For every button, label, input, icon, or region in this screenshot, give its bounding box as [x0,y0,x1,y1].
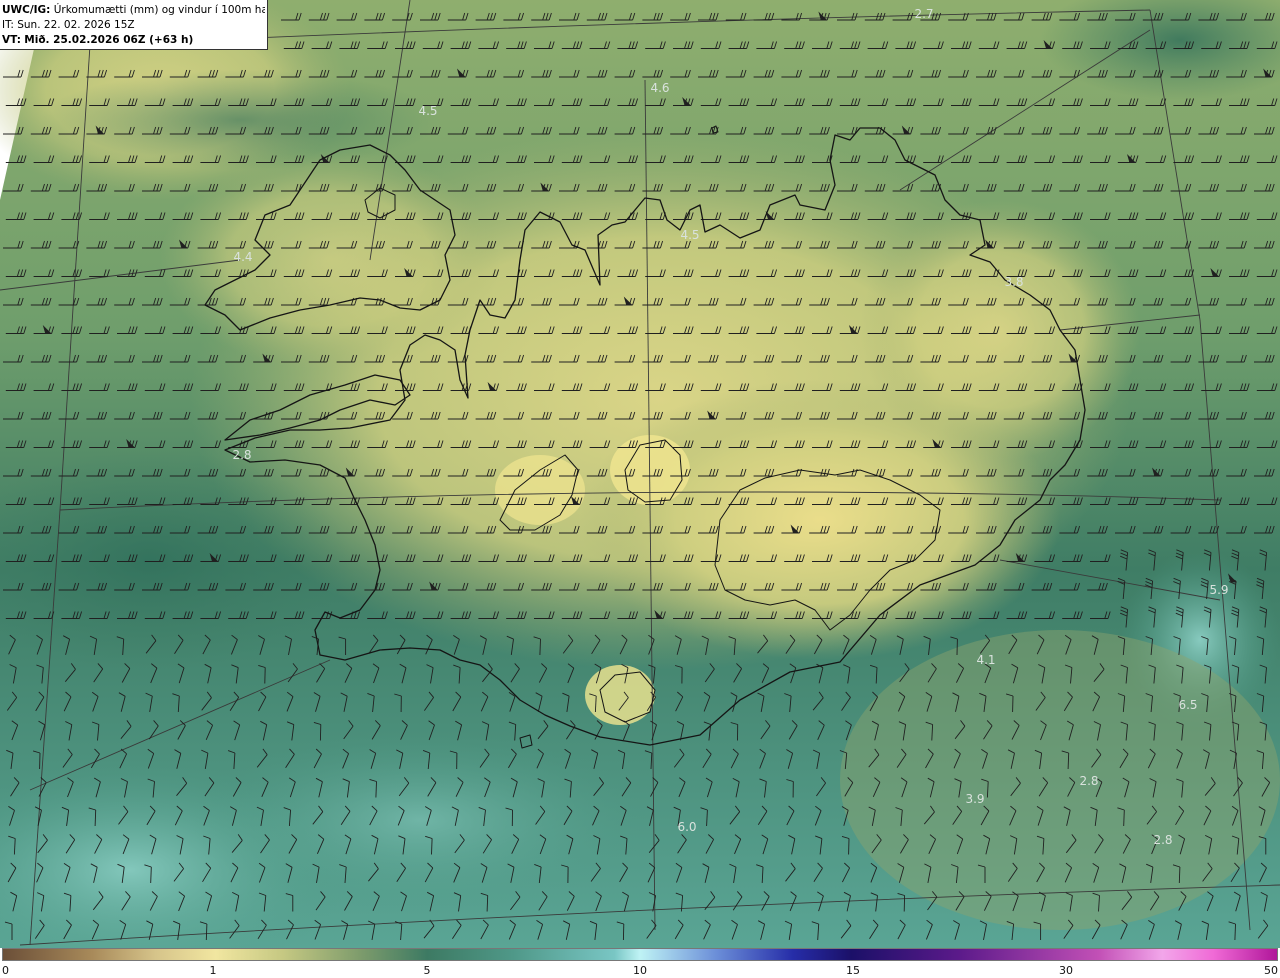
colorbar-tick: 10 [633,964,647,977]
colorbar: 0 1 5 10 15 30 50 [0,948,1280,978]
map-title: Úrkomumætti (mm) og vindur í 100m hæð [53,4,265,16]
precip-label: 4.5 [680,228,700,242]
precipitation-wind-map[interactable]: UWC/IG: Úrkomumætti (mm) og vindur í 100… [0,0,1280,948]
info-title-line: UWC/IG: Úrkomumætti (mm) og vindur í 100… [2,3,265,18]
precip-label: 2.8 [1153,833,1173,847]
colorbar-tick: 30 [1059,964,1073,977]
map-info-box: UWC/IG: Úrkomumætti (mm) og vindur í 100… [0,0,268,50]
colorbar-tick: 0 [2,964,9,977]
colorbar-tick: 5 [423,964,431,977]
colorbar-gradient [2,948,1278,961]
precip-label: 3.8 [1004,275,1024,289]
valid-time-line: VT: Mið. 25.02.2026 06Z (+63 h) [2,33,265,48]
precip-label: 2.8 [232,448,252,462]
precip-label: 2.8 [1079,774,1099,788]
precip-label: 2.7 [914,7,934,21]
colorbar-tick: 1 [209,964,217,977]
colorbar-tick: 50 [1264,964,1278,977]
valid-prefix: VT: [2,34,21,46]
precip-label: 5.9 [1209,583,1229,597]
precip-label: 4.4 [233,250,253,264]
model-name: UWC/IG: [2,4,51,16]
init-time: IT: Sun. 22. 02. 2026 15Z [2,19,135,31]
map-canvas [0,0,1280,948]
precip-label: 6.5 [1178,698,1198,712]
valid-time: Mið. 25.02.2026 06Z (+63 h) [24,34,194,46]
precip-label: 4.6 [650,81,670,95]
precip-label: 4.5 [418,104,438,118]
precip-label: 6.0 [677,820,697,834]
precip-label: 3.9 [965,792,985,806]
precip-label: 4.1 [976,653,996,667]
colorbar-tick: 15 [846,964,860,977]
